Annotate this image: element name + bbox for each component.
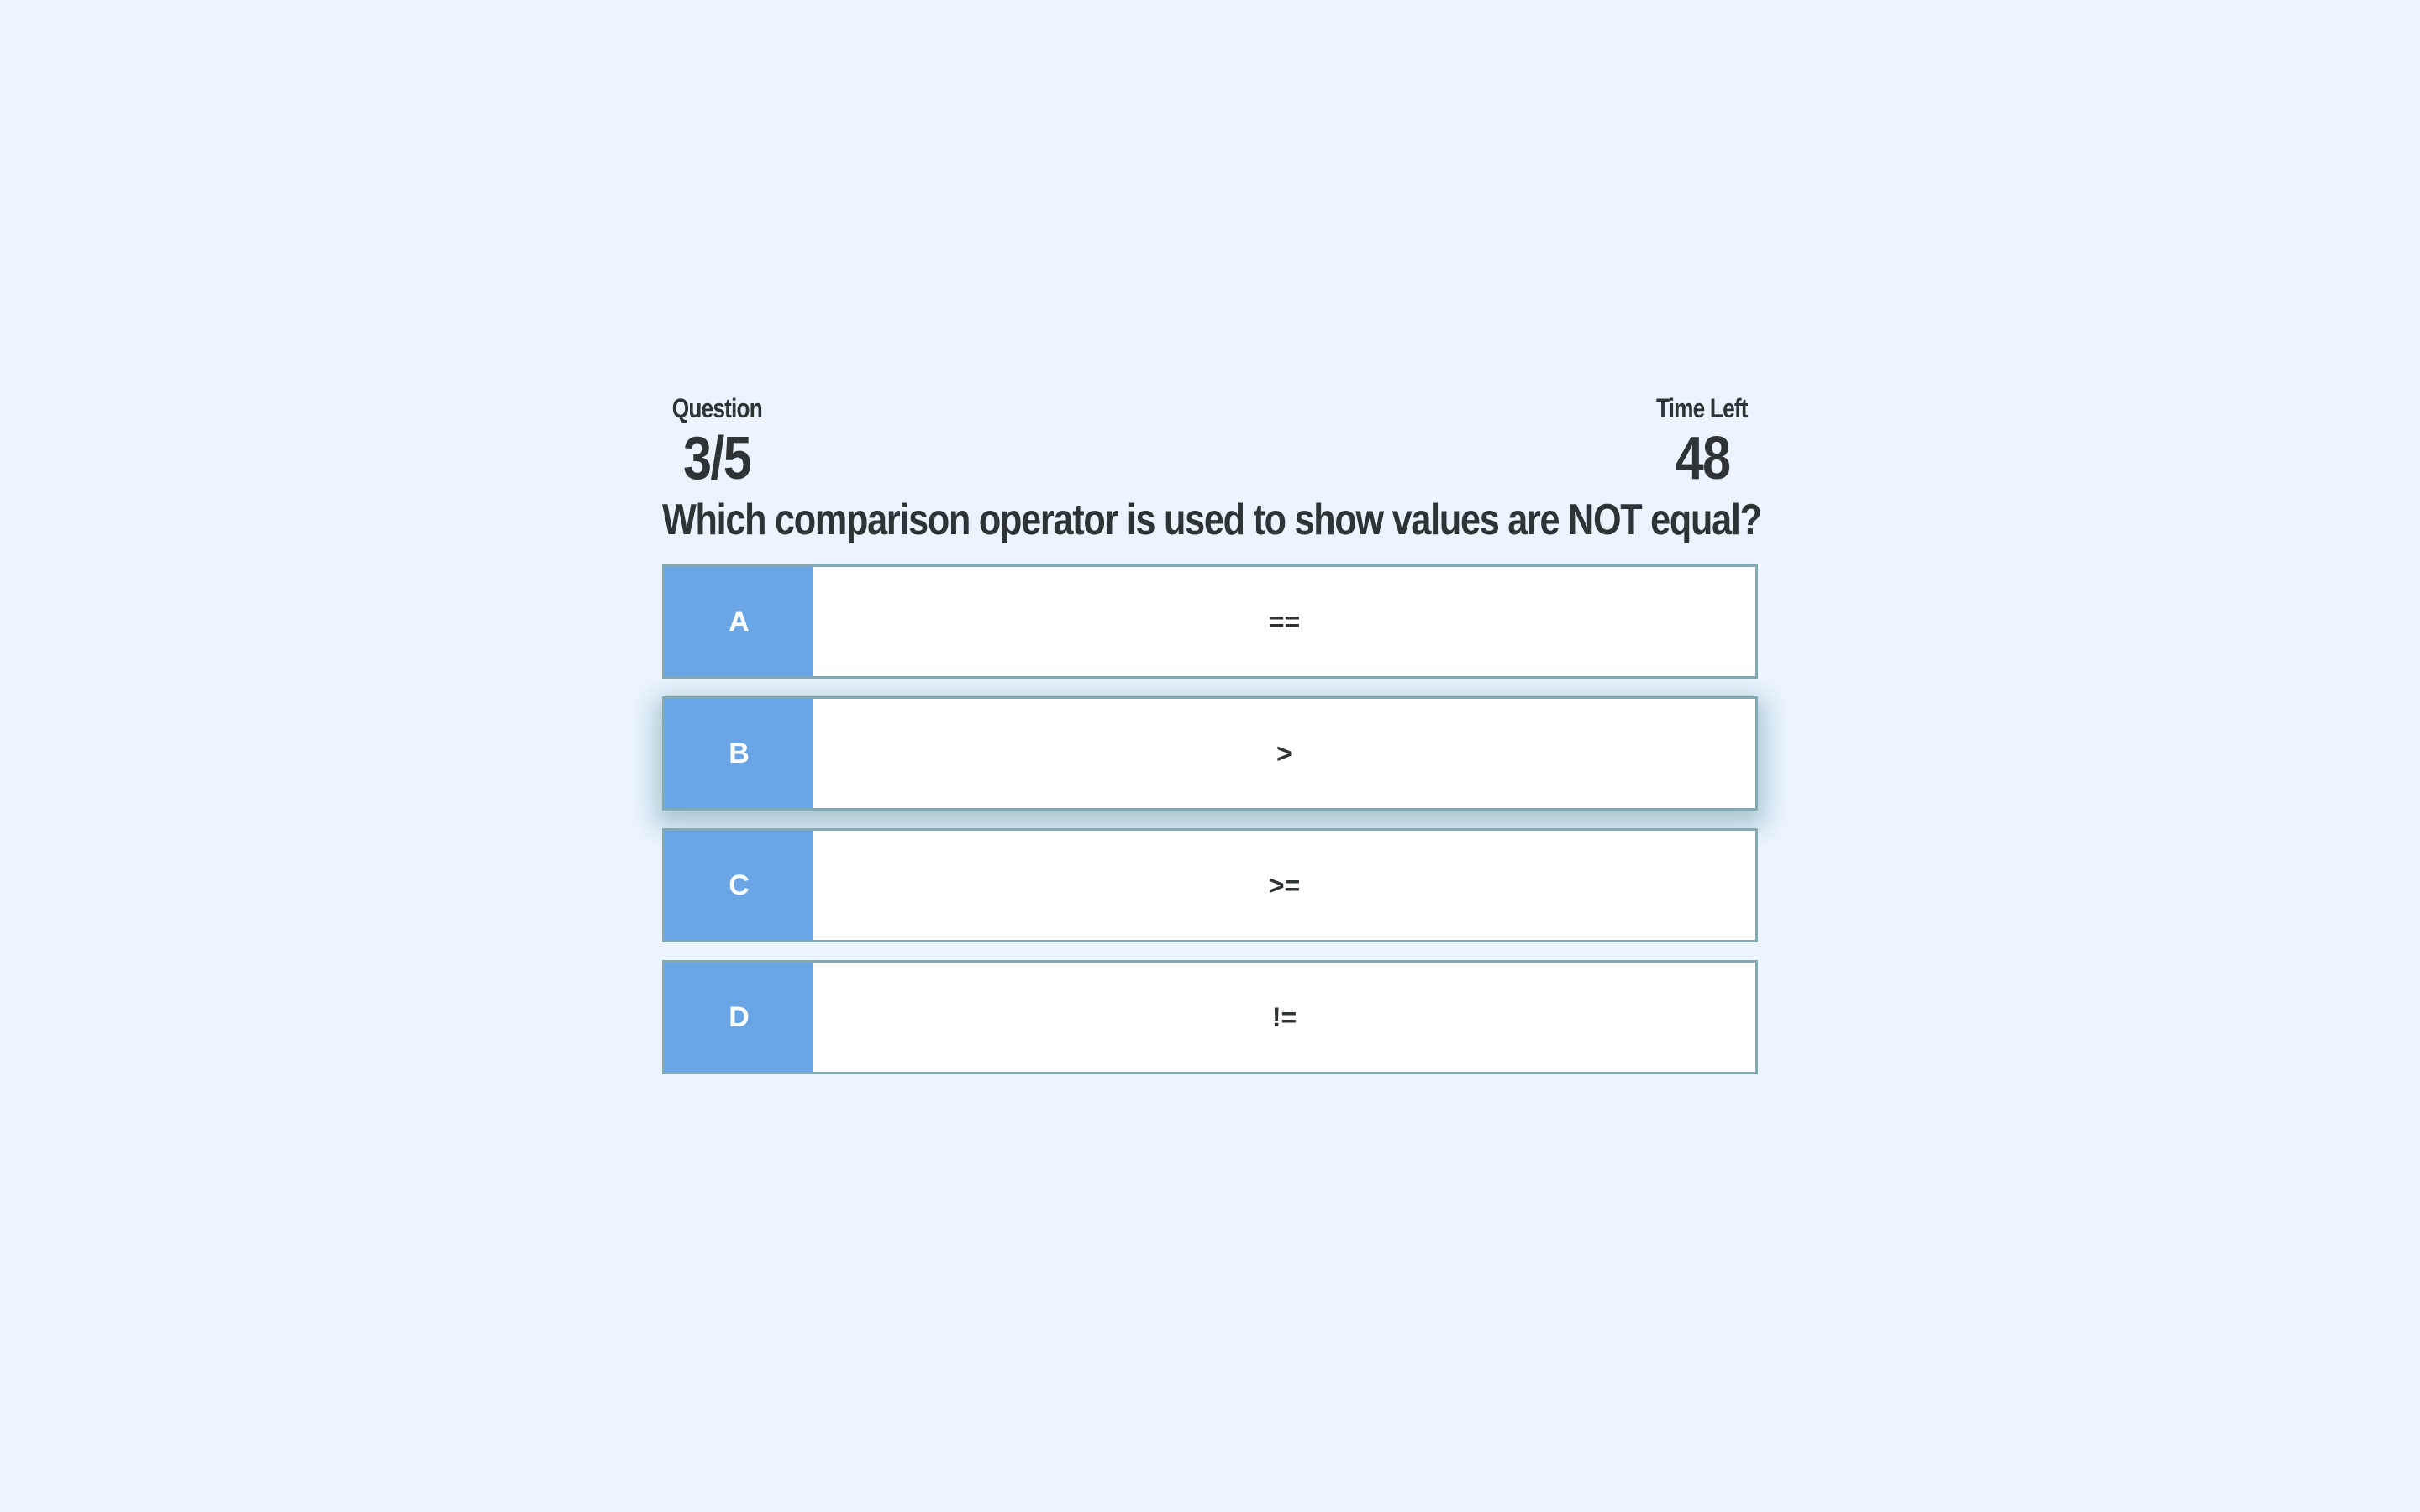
answer-letter: D [665,963,813,1072]
answer-letter: C [665,831,813,940]
answer-text: == [1268,606,1301,637]
answer-option-d[interactable]: D != [662,960,1758,1074]
question-progress: 3/5 [683,425,752,492]
answer-text: != [1271,1001,1297,1032]
quiz-header: Question 3/5 Time Left 48 [662,391,1758,492]
question-counter: Question 3/5 [662,391,772,491]
answer-text: > [1276,738,1292,769]
answer-option-c[interactable]: C >= [662,828,1758,942]
timer: Time Left 48 [1646,391,1758,491]
answer-option-a[interactable]: A == [662,564,1758,679]
quiz-card: Question 3/5 Time Left 48 Which comparis… [662,391,1762,1092]
answer-text: >= [1268,869,1301,900]
answer-letter: B [665,699,813,808]
time-left-value: 48 [1675,425,1730,492]
answer-list: A == B > C >= D != [662,564,1758,1074]
question-label: Question [671,393,763,423]
question-text: Which comparison operator is used to sho… [662,496,1762,544]
answer-letter: A [665,567,813,676]
time-left-label: Time Left [1656,393,1749,423]
answer-option-b[interactable]: B > [662,696,1758,811]
